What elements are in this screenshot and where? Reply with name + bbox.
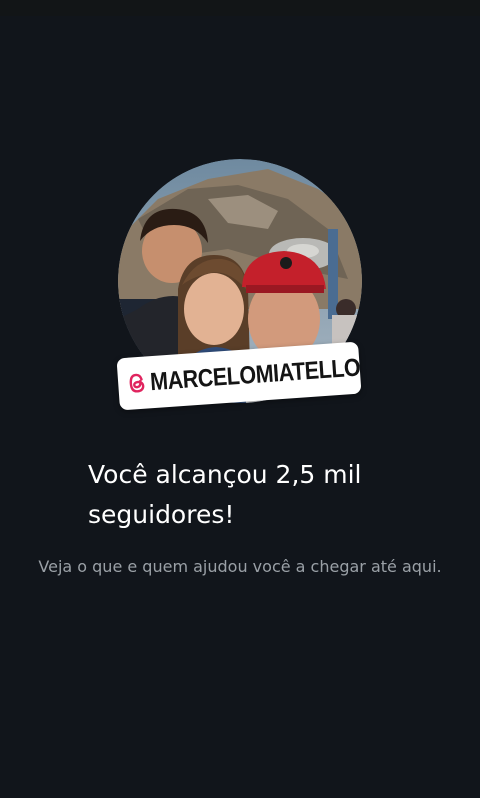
milestone-subtitle: Veja o que e quem ajudou você a chegar a… xyxy=(38,557,442,576)
threads-icon xyxy=(129,373,145,393)
username-label: MARCELOMIATELLO xyxy=(149,353,362,396)
milestone-screen xyxy=(0,16,480,798)
status-bar-area xyxy=(0,0,480,16)
milestone-headline: Você alcançou 2,5 mil seguidores! xyxy=(88,460,362,529)
